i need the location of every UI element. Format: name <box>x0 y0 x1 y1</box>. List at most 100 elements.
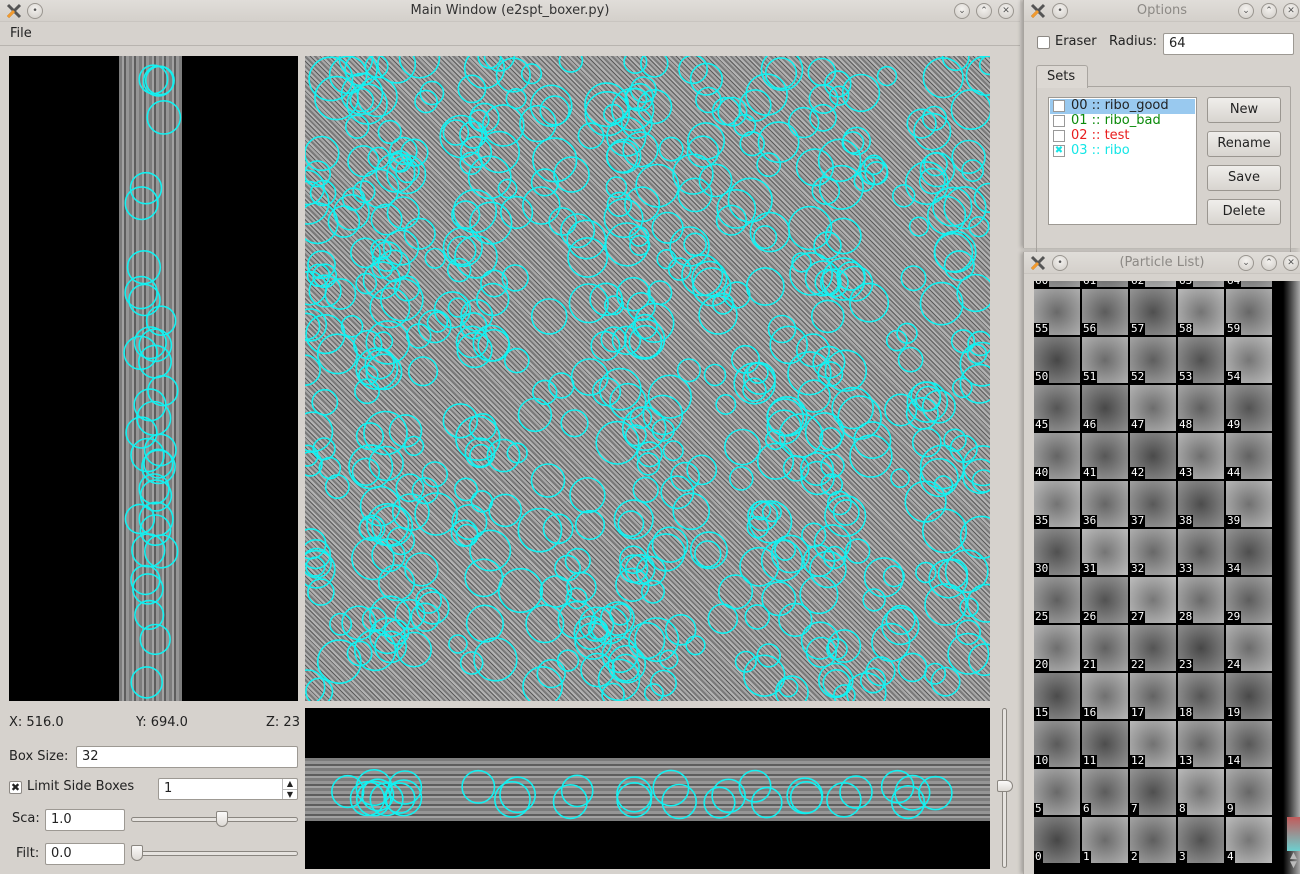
particle-circle[interactable] <box>824 217 862 255</box>
spin-up-button[interactable]: ▲ <box>282 779 297 789</box>
particle-circle[interactable] <box>764 57 798 90</box>
particle-circle[interactable] <box>146 100 182 135</box>
particle-thumbnail[interactable]: 50 <box>1034 337 1080 383</box>
particle-circle[interactable] <box>556 649 580 672</box>
particle-circle[interactable] <box>769 325 809 365</box>
particle-circle[interactable] <box>311 388 339 416</box>
particle-circle[interactable] <box>822 668 851 698</box>
particle-circle[interactable] <box>805 636 838 668</box>
particle-circle[interactable] <box>809 103 837 132</box>
particle-circle[interactable] <box>464 558 504 598</box>
particle-circle[interactable] <box>448 634 468 654</box>
particle-circle[interactable] <box>876 65 898 87</box>
particle-circle[interactable] <box>132 573 164 605</box>
particle-grid[interactable]: 6061626364555657585950515253544546474849… <box>1034 281 1276 874</box>
particle-circle[interactable] <box>552 784 588 820</box>
particle-circle[interactable] <box>646 533 686 572</box>
particle-circle[interactable] <box>365 353 403 391</box>
limit-side-boxes-spinbox[interactable]: 1 <box>158 778 298 800</box>
particle-circle[interactable] <box>973 182 990 213</box>
particle-circle[interactable] <box>760 539 804 582</box>
particle-circle[interactable] <box>377 119 402 144</box>
particle-circle[interactable] <box>906 381 949 424</box>
particle-circle[interactable] <box>749 211 791 253</box>
particle-circle[interactable] <box>819 427 843 451</box>
bottom-view-xz[interactable] <box>305 708 990 869</box>
particle-circle[interactable] <box>477 328 511 362</box>
particle-circle[interactable] <box>788 106 820 139</box>
tab-sets[interactable]: Sets <box>1036 65 1088 88</box>
particle-circle[interactable] <box>651 211 684 244</box>
particle-circle[interactable] <box>642 394 684 436</box>
particle-thumbnail[interactable]: 41 <box>1082 433 1128 479</box>
particle-circle[interactable] <box>348 444 394 490</box>
particle-circle[interactable] <box>932 186 973 227</box>
set-visibility-checkbox[interactable] <box>1053 130 1065 142</box>
particle-circle[interactable] <box>664 613 697 646</box>
particle-circle[interactable] <box>789 781 823 814</box>
set-item[interactable]: ✖ 03 :: ribo <box>1050 143 1195 159</box>
particle-circle[interactable] <box>426 311 449 333</box>
box-size-input[interactable]: 32 <box>76 746 298 768</box>
particle-thumbnail[interactable]: 4 <box>1226 817 1272 863</box>
particle-circle[interactable] <box>959 597 979 618</box>
particle-circle[interactable] <box>395 473 425 503</box>
particle-thumbnail[interactable]: 18 <box>1178 673 1224 719</box>
particle-circle[interactable] <box>416 591 450 625</box>
eraser-checkbox[interactable] <box>1037 36 1050 49</box>
particle-circle[interactable] <box>647 280 673 306</box>
particle-thumbnail[interactable]: 62 <box>1130 281 1176 287</box>
close-button[interactable]: ✕ <box>1283 255 1299 271</box>
particle-circle[interactable] <box>813 231 842 260</box>
particle-circle[interactable] <box>333 194 370 231</box>
particle-thumbnail[interactable]: 34 <box>1226 529 1272 575</box>
particle-circle[interactable] <box>373 331 394 352</box>
particle-circle[interactable] <box>919 281 964 326</box>
particle-thumbnail[interactable]: 7 <box>1130 769 1176 815</box>
particle-circle[interactable] <box>661 783 698 820</box>
set-item[interactable]: 02 :: test <box>1050 128 1195 144</box>
scale-slider-handle[interactable] <box>216 811 229 827</box>
spin-down-button[interactable]: ▼ <box>282 789 297 799</box>
particle-circle[interactable] <box>570 358 609 396</box>
scale-slider-track[interactable] <box>131 817 298 822</box>
filter-slider-track[interactable] <box>131 851 298 856</box>
particle-circle[interactable] <box>717 96 748 127</box>
particle-circle[interactable] <box>686 454 718 486</box>
particle-circle[interactable] <box>470 490 494 513</box>
particle-circle[interactable] <box>318 456 342 480</box>
particle-circle[interactable] <box>497 567 544 614</box>
particle-circle[interactable] <box>488 493 522 528</box>
particle-circle[interactable] <box>307 578 335 606</box>
scale-input[interactable]: 1.0 <box>45 809 125 831</box>
particle-circle[interactable] <box>624 424 647 447</box>
particle-circle[interactable] <box>908 216 930 237</box>
particle-circle[interactable] <box>826 782 862 818</box>
particle-circle[interactable] <box>558 56 584 73</box>
particle-circle[interactable] <box>658 649 679 670</box>
particle-circle[interactable] <box>831 386 875 430</box>
particle-circle[interactable] <box>884 393 918 427</box>
particle-thumbnail[interactable]: 54 <box>1226 337 1272 383</box>
particle-circle[interactable] <box>632 476 659 503</box>
particle-circle[interactable] <box>369 595 411 638</box>
particle-thumbnail[interactable]: 16 <box>1082 673 1128 719</box>
particle-circle[interactable] <box>548 372 575 399</box>
particle-circle[interactable] <box>810 299 845 334</box>
sets-list[interactable]: 00 :: ribo_good 01 :: ribo_bad 02 :: test ✖… <box>1048 97 1197 225</box>
particle-list-titlebar[interactable]: • (Particle List) ⌄ ⌃ ✕ <box>1024 252 1300 274</box>
particle-circle[interactable] <box>959 363 990 404</box>
particle-circle[interactable] <box>971 469 991 493</box>
save-set-button[interactable]: Save <box>1207 165 1281 191</box>
particle-circle[interactable] <box>403 217 436 250</box>
particle-circle[interactable] <box>577 122 605 150</box>
particle-thumbnail[interactable]: 44 <box>1226 433 1272 479</box>
particle-circle[interactable] <box>628 621 666 660</box>
particle-circle[interactable] <box>560 409 589 438</box>
particle-circle[interactable] <box>923 662 946 685</box>
particle-thumbnail[interactable]: 21 <box>1082 625 1128 671</box>
particle-thumbnail[interactable]: 45 <box>1034 385 1080 431</box>
particle-circle[interactable] <box>961 159 985 183</box>
particle-circle[interactable] <box>139 514 172 547</box>
particle-circle[interactable] <box>978 56 990 76</box>
